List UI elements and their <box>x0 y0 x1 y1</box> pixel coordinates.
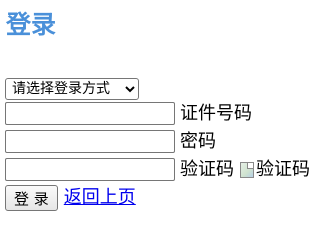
captcha-image[interactable]: 验证码 <box>240 159 310 181</box>
id-number-row: 证件号码 <box>5 102 252 125</box>
captcha-label: 验证码 <box>180 158 234 180</box>
password-row: 密码 <box>5 130 216 153</box>
login-method-select[interactable]: 请选择登录方式 <box>5 78 139 100</box>
id-number-label: 证件号码 <box>180 102 252 124</box>
login-method-wrapper: 请选择登录方式 <box>5 78 139 100</box>
page-title: 登录 <box>6 10 57 39</box>
back-link[interactable]: 返回上页 <box>64 187 136 209</box>
captcha-image-alt: 验证码 <box>256 158 310 180</box>
login-button[interactable]: 登 录 <box>5 185 58 211</box>
broken-image-icon <box>240 161 254 178</box>
captcha-row: 验证码 验证码 <box>5 158 310 181</box>
captcha-input[interactable] <box>5 158 175 181</box>
password-input[interactable] <box>5 130 175 153</box>
actions-row: 登 录 返回上页 <box>5 185 136 211</box>
password-label: 密码 <box>180 130 216 152</box>
id-number-input[interactable] <box>5 102 175 125</box>
